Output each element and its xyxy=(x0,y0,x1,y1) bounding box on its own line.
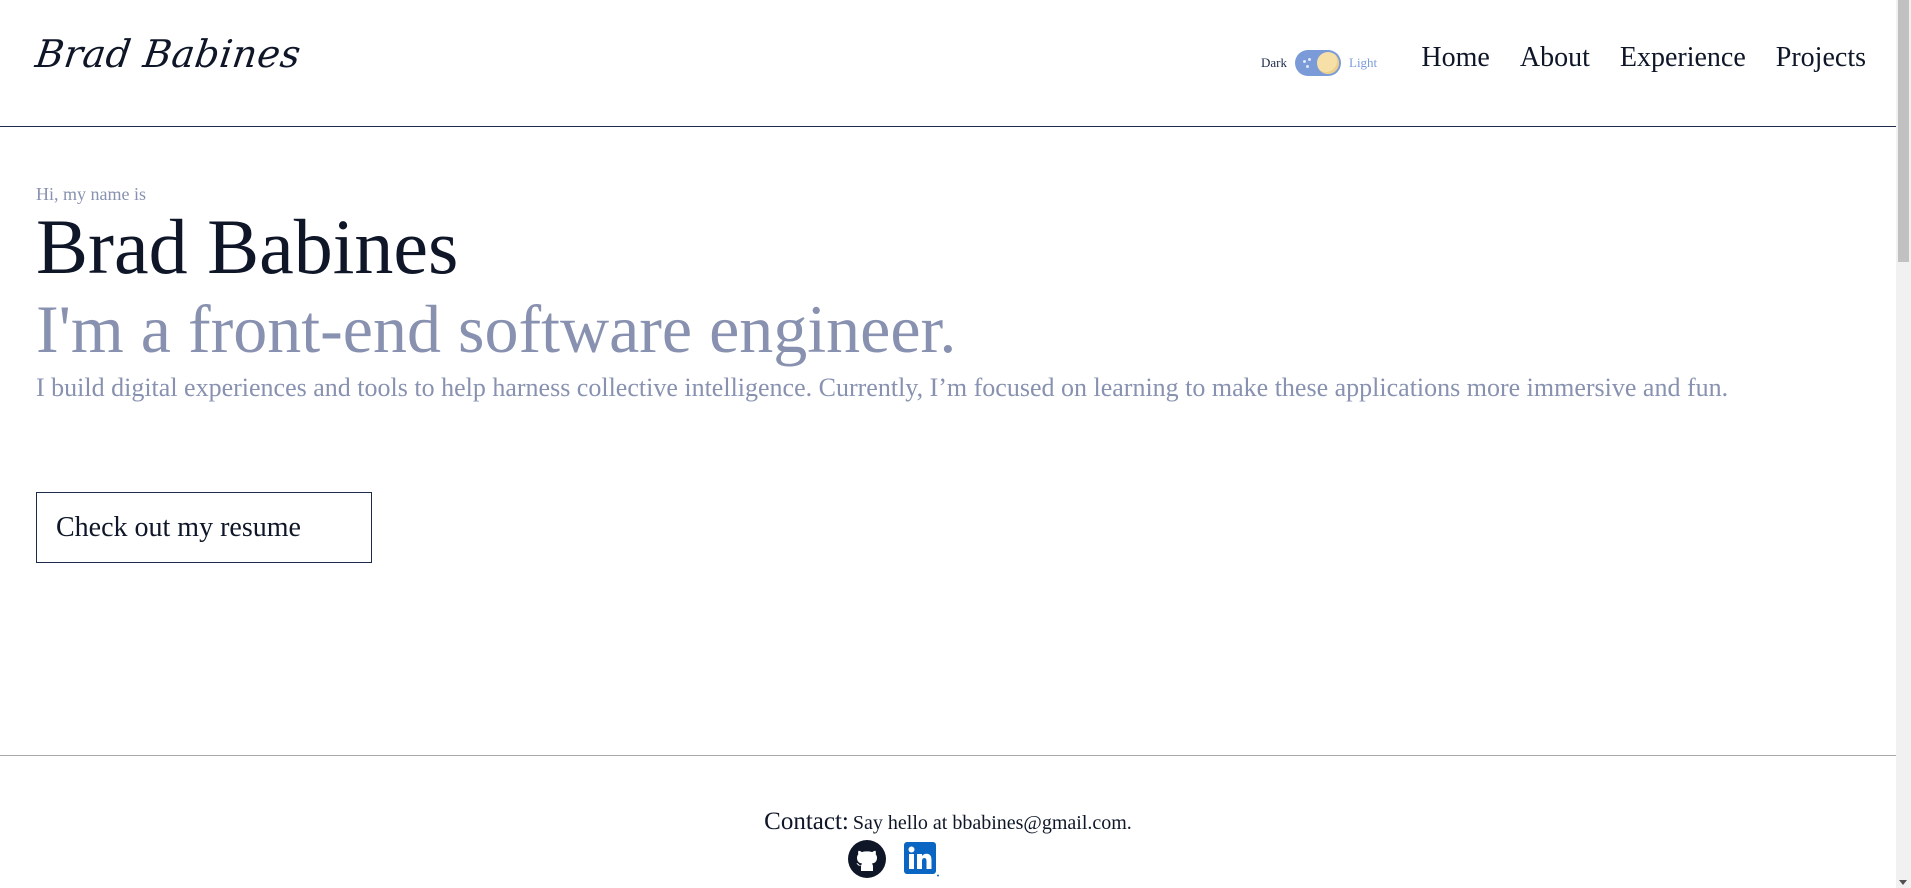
hero-tagline: I'm a front-end software engineer. xyxy=(36,291,957,367)
contact-line: Contact: Say hello at bbabines@gmail.com… xyxy=(0,808,1896,836)
scroll-down-arrow-icon[interactable] xyxy=(1899,880,1907,885)
hero-section: Hi, my name is Brad Babines I'm a front-… xyxy=(36,180,1896,405)
nav-item-about[interactable]: About xyxy=(1520,42,1590,74)
hero-intro: Hi, my name is xyxy=(36,184,146,204)
sun-icon xyxy=(1317,52,1339,74)
scrollbar-thumb[interactable] xyxy=(1898,0,1909,262)
hero-bio: I build digital experiences and tools to… xyxy=(36,373,1729,402)
vertical-scrollbar[interactable] xyxy=(1896,0,1911,888)
resume-button[interactable]: Check out my resume xyxy=(36,492,372,563)
theme-toggle-light-label: Light xyxy=(1349,55,1378,70)
site-logo[interactable]: Brad Babines xyxy=(33,32,304,76)
nav-item-home[interactable]: Home xyxy=(1421,42,1489,74)
nav-item-experience[interactable]: Experience xyxy=(1620,42,1746,74)
nav-item-projects[interactable]: Projects xyxy=(1776,42,1866,74)
hero-name: Brad Babines xyxy=(36,203,459,290)
theme-toggle-dark-label: Dark xyxy=(1261,55,1287,70)
theme-toggle: Dark Light xyxy=(1261,49,1377,77)
linkedin-icon[interactable] xyxy=(902,840,940,878)
github-icon[interactable] xyxy=(848,840,886,878)
theme-toggle-switch[interactable] xyxy=(1295,50,1341,76)
site-footer: Contact: Say hello at bbabines@gmail.com… xyxy=(0,755,1896,888)
contact-label: Contact: xyxy=(764,808,849,835)
stars-icon xyxy=(1303,58,1313,68)
page: Brad Babines Dark Light Home About Exper… xyxy=(0,0,1911,888)
site-header: Brad Babines Dark Light Home About Exper… xyxy=(0,0,1896,127)
main-nav: Home About Experience Projects xyxy=(1421,42,1866,74)
social-links xyxy=(848,840,940,878)
contact-text[interactable]: Say hello at bbabines@gmail.com. xyxy=(853,812,1132,834)
